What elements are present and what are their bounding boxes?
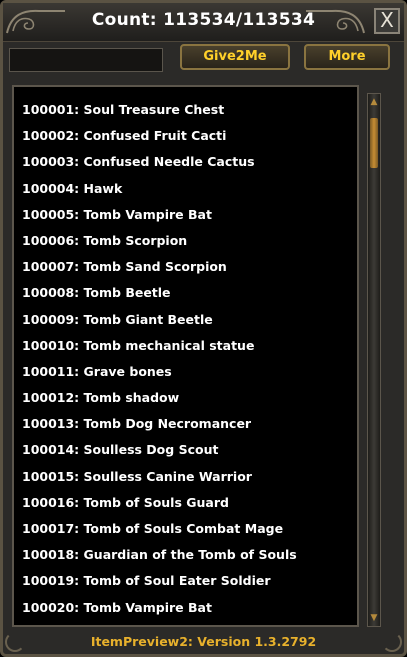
list-item[interactable]: 100003: Confused Needle Cactus: [22, 149, 357, 175]
search-input[interactable]: [9, 48, 163, 72]
close-button[interactable]: X: [374, 8, 400, 34]
list-item[interactable]: 100020: Tomb Vampire Bat: [22, 595, 357, 621]
scroll-up-arrow-icon[interactable]: ▲: [369, 95, 379, 109]
list-item[interactable]: 100016: Tomb of Souls Guard: [22, 490, 357, 516]
list-item[interactable]: 100014: Soulless Dog Scout: [22, 437, 357, 463]
list-item[interactable]: 100001: Soul Treasure Chest: [22, 97, 357, 123]
item-list-panel: 100001: Soul Treasure Chest 100002: Conf…: [12, 85, 359, 627]
scroll-thumb[interactable]: [370, 118, 378, 168]
scroll-down-arrow-icon[interactable]: ▼: [369, 611, 379, 625]
list-item[interactable]: 100002: Confused Fruit Cacti: [22, 123, 357, 149]
list-item[interactable]: 100019: Tomb of Soul Eater Soldier: [22, 568, 357, 594]
bottom-left-ornament-icon: [5, 632, 25, 652]
list-item[interactable]: 100015: Soulless Canine Warrior: [22, 464, 357, 490]
list-item[interactable]: 100017: Tomb of Souls Combat Mage: [22, 516, 357, 542]
list-item[interactable]: 100018: Guardian of the Tomb of Souls: [22, 542, 357, 568]
version-footer: ItemPreview2: Version 1.3.2792: [90, 634, 317, 649]
right-ornament-icon: [306, 9, 365, 34]
list-item[interactable]: 100012: Tomb shadow: [22, 385, 357, 411]
list-item[interactable]: 100005: Tomb Vampire Bat: [22, 202, 357, 228]
item-preview-window: Count: 113534/113534 X Give2Me More 1000…: [0, 0, 407, 657]
list-item[interactable]: 100010: Tomb mechanical statue: [22, 333, 357, 359]
close-icon: X: [380, 8, 394, 32]
title-bar[interactable]: Count: 113534/113534 X: [3, 3, 404, 42]
list-item[interactable]: 100004: Hawk: [22, 176, 357, 202]
item-list: 100001: Soul Treasure Chest 100002: Conf…: [22, 97, 357, 621]
list-item[interactable]: 100013: Tomb Dog Necromancer: [22, 411, 357, 437]
list-scrollbar[interactable]: ▲ ▼: [367, 93, 381, 627]
bottom-right-ornament-icon: [382, 632, 402, 652]
list-item[interactable]: 100009: Tomb Giant Beetle: [22, 307, 357, 333]
list-item[interactable]: 100008: Tomb Beetle: [22, 280, 357, 306]
list-item[interactable]: 100006: Tomb Scorpion: [22, 228, 357, 254]
more-button[interactable]: More: [304, 44, 390, 70]
list-item[interactable]: 100007: Tomb Sand Scorpion: [22, 254, 357, 280]
give2me-button[interactable]: Give2Me: [180, 44, 290, 70]
list-item[interactable]: 100011: Grave bones: [22, 359, 357, 385]
